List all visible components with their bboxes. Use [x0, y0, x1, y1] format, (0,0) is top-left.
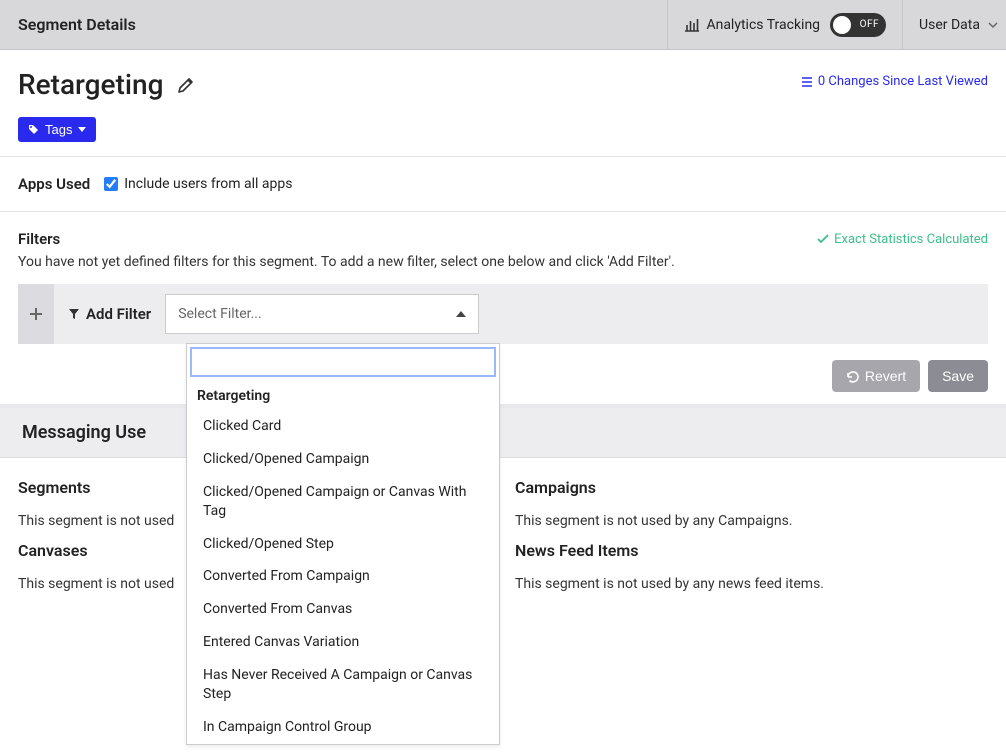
user-data-menu[interactable]: User Data: [902, 0, 1006, 49]
tags-button[interactable]: Tags: [18, 117, 96, 142]
newsfeed-text: This segment is not used by any news fee…: [515, 576, 988, 592]
dropdown-item[interactable]: Has Never Received A Campaign or Canvas …: [187, 659, 499, 711]
include-all-apps-label: Include users from all apps: [124, 176, 292, 192]
funnel-icon: [68, 308, 80, 320]
messaging-use-heading: Messaging Use: [0, 408, 1006, 458]
analytics-chart-icon: [684, 18, 700, 32]
changes-text: 0 Changes Since Last Viewed: [818, 74, 988, 89]
caret-up-icon: [456, 311, 466, 317]
campaigns-cell: Campaigns This segment is not used by an…: [515, 478, 988, 600]
toggle-state: OFF: [860, 19, 879, 30]
user-data-label: User Data: [919, 17, 980, 33]
apps-used-heading: Apps Used: [18, 175, 90, 193]
select-filter-dropdown-trigger[interactable]: Select Filter...: [165, 294, 479, 334]
dropdown-group-label: Retargeting: [187, 380, 499, 410]
revert-button[interactable]: Revert: [832, 360, 920, 392]
toggle-knob: [833, 16, 851, 34]
check-icon: [817, 234, 829, 244]
filters-head: Filters Exact Statistics Calculated: [0, 212, 1006, 254]
dropdown-search-input[interactable]: [191, 348, 495, 376]
header-bar: Segment Details Analytics Tracking OFF U…: [0, 0, 1006, 50]
add-filter-label: Add Filter: [86, 305, 151, 323]
page-title: Segment Details: [0, 15, 667, 34]
dropdown-search-wrap: [187, 344, 499, 380]
dropdown-item[interactable]: Clicked/Opened Step: [187, 528, 499, 561]
apps-used-section: Apps Used Include users from all apps: [0, 157, 1006, 211]
messaging-grid: Segments This segment is not used Canvas…: [0, 458, 1006, 600]
segment-name-wrap: Retargeting: [18, 68, 195, 101]
exact-stats-status: Exact Statistics Calculated: [817, 232, 988, 247]
tag-icon: [28, 124, 39, 135]
save-button[interactable]: Save: [928, 360, 988, 392]
analytics-tracking-section: Analytics Tracking OFF: [667, 0, 902, 49]
dropdown-item[interactable]: Converted From Campaign: [187, 560, 499, 593]
revert-label: Revert: [865, 368, 906, 384]
exact-stats-text: Exact Statistics Calculated: [834, 232, 988, 247]
filter-dropdown-panel: Retargeting Clicked Card Clicked/Opened …: [186, 343, 500, 745]
save-label: Save: [942, 368, 974, 384]
dropdown-item[interactable]: Entered Canvas Variation: [187, 626, 499, 659]
newsfeed-heading: News Feed Items: [515, 541, 988, 560]
undo-icon: [846, 370, 859, 383]
dropdown-list[interactable]: Retargeting Clicked Card Clicked/Opened …: [187, 380, 499, 744]
add-filter-plus-button[interactable]: [18, 284, 54, 344]
filters-description: You have not yet defined filters for thi…: [0, 254, 1006, 284]
analytics-toggle[interactable]: OFF: [830, 13, 886, 37]
action-row: Revert Save: [0, 344, 1006, 404]
dropdown-item[interactable]: In Campaign Control Group: [187, 711, 499, 744]
campaigns-text: This segment is not used by any Campaign…: [515, 513, 988, 529]
dropdown-item[interactable]: Clicked/Opened Campaign or Canvas With T…: [187, 476, 499, 528]
analytics-label: Analytics Tracking: [706, 17, 820, 33]
filter-bar: Add Filter Select Filter... Retargeting …: [18, 284, 988, 344]
add-filter-label-wrap: Add Filter: [54, 305, 165, 323]
campaigns-heading: Campaigns: [515, 478, 988, 497]
changes-link[interactable]: 0 Changes Since Last Viewed: [801, 74, 988, 89]
dropdown-item[interactable]: Converted From Canvas: [187, 593, 499, 626]
caret-down-icon: [78, 127, 86, 132]
edit-name-icon[interactable]: [177, 76, 195, 94]
chevron-down-icon: [988, 20, 998, 30]
select-filter-placeholder: Select Filter...: [178, 306, 261, 322]
segment-name: Retargeting: [18, 68, 163, 101]
tags-label: Tags: [45, 122, 72, 137]
include-all-apps-checkbox[interactable]: [104, 177, 118, 191]
dropdown-item[interactable]: Clicked Card: [187, 410, 499, 443]
include-all-apps-checkbox-wrap[interactable]: Include users from all apps: [104, 176, 292, 192]
list-icon: [801, 76, 813, 88]
dropdown-item[interactable]: Clicked/Opened Campaign: [187, 443, 499, 476]
title-row: Retargeting 0 Changes Since Last Viewed: [0, 50, 1006, 109]
filters-heading: Filters: [18, 230, 60, 248]
